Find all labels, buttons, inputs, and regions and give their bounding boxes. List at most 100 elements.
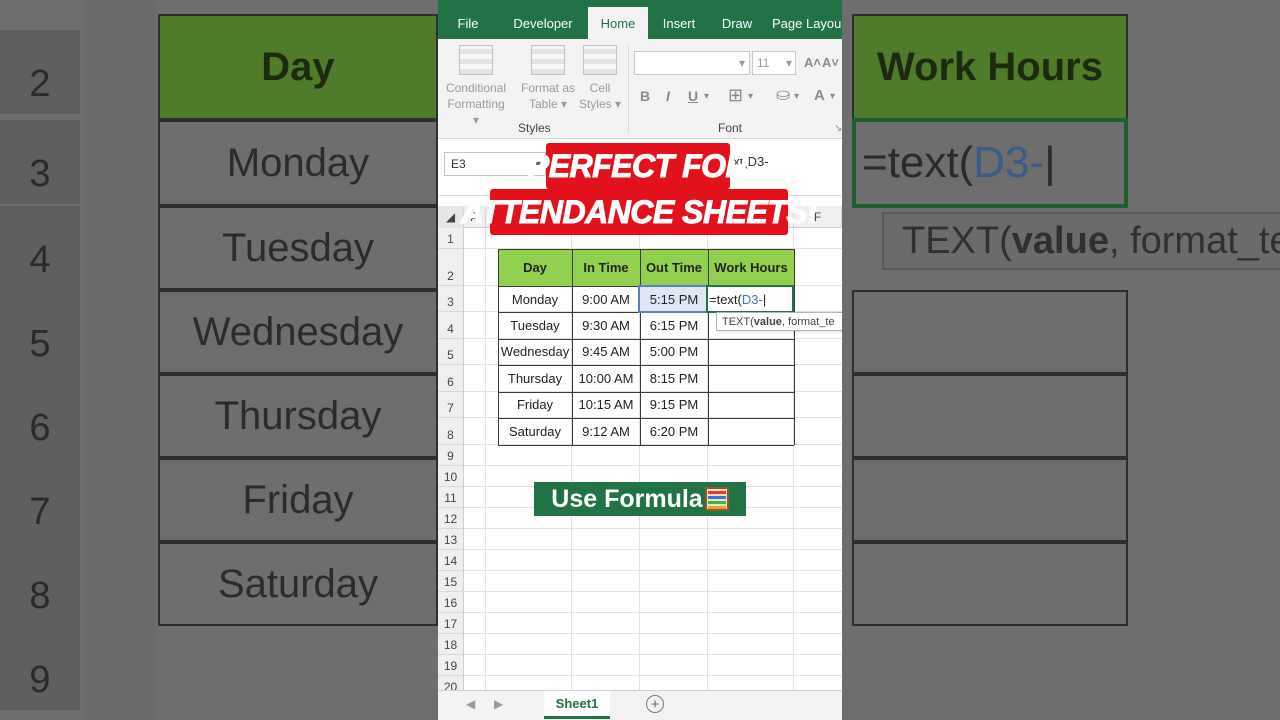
table-cell[interactable]: 9:12 AM (572, 418, 640, 445)
bg-column-a (84, 0, 156, 720)
add-sheet-icon[interactable]: + (646, 695, 664, 713)
row-header[interactable]: 14 (438, 549, 464, 571)
caption-attendance-sheets: ATTENDANCE SHEETS! (460, 189, 818, 235)
dialog-launcher-icon[interactable]: ↘ (834, 123, 842, 134)
row-header[interactable]: 12 (438, 507, 464, 529)
table-cell[interactable]: Thursday (498, 365, 572, 392)
bg-formula-prefix: =text( (862, 138, 974, 187)
row-header[interactable]: 13 (438, 528, 464, 550)
tab-developer[interactable]: Developer (504, 8, 582, 39)
row-header[interactable]: 2 (438, 249, 464, 286)
table-cell[interactable]: Friday (498, 392, 572, 419)
tab-page-layout[interactable]: Page Layou (772, 8, 842, 39)
font-size-box[interactable]: 11 ▾ (752, 51, 796, 75)
function-tooltip-prefix: TEXT( (722, 315, 754, 328)
row-header[interactable]: 18 (438, 633, 464, 655)
next-sheet-icon[interactable]: ▶ (494, 697, 503, 711)
table-header-cell[interactable]: In Time (572, 249, 640, 286)
table-border-vertical (640, 249, 641, 445)
use-formula-label: Use Formula (534, 482, 746, 516)
work-hours-cell[interactable] (708, 418, 794, 445)
table-header-cell[interactable]: Day (498, 249, 572, 286)
excel-window: File Developer Home Insert Draw Page Lay… (438, 0, 842, 720)
row-header[interactable]: 8 (438, 418, 464, 445)
row-header[interactable]: 11 (438, 486, 464, 508)
table-cell[interactable]: Wednesday (498, 339, 572, 366)
gridline-horizontal (464, 632, 842, 634)
active-cell-formula-prefix: =text( (709, 291, 742, 307)
chevron-down-icon[interactable]: ▾ (704, 91, 709, 102)
gridline-horizontal (464, 464, 842, 466)
row-header[interactable]: 7 (438, 391, 464, 418)
font-color-icon[interactable]: A (814, 87, 825, 104)
bg-formula-cell: =text(D3- | (852, 118, 1128, 208)
tab-home[interactable]: Home (588, 7, 648, 39)
table-cell[interactable]: 10:00 AM (572, 365, 640, 392)
font-name-box[interactable]: ▾ (634, 51, 750, 75)
table-cell[interactable]: 5:00 PM (640, 339, 708, 366)
table-cell[interactable]: 8:15 PM (640, 365, 708, 392)
work-hours-cell[interactable] (708, 365, 794, 392)
conditional-formatting-button[interactable]: Conditional Formatting ▾ (444, 45, 508, 127)
table-border-horizontal (498, 418, 794, 419)
gridline-horizontal (464, 590, 842, 592)
previous-sheet-icon[interactable]: ◀ (466, 697, 475, 711)
tab-insert[interactable]: Insert (652, 8, 706, 39)
table-cell[interactable]: Saturday (498, 418, 572, 445)
bg-function-tooltip: TEXT(value, format_te (882, 212, 1280, 270)
italic-button[interactable]: I (666, 88, 670, 104)
increase-font-icon[interactable]: A˄ (804, 55, 821, 70)
table-border-horizontal (498, 249, 794, 250)
row-header[interactable]: 10 (438, 465, 464, 487)
bg-tip-rest: , format_te (1108, 219, 1280, 262)
table-border-vertical (708, 249, 709, 445)
bold-button[interactable]: B (640, 88, 650, 104)
row-header[interactable]: 17 (438, 612, 464, 634)
row-header[interactable]: 3 (438, 286, 464, 312)
table-cell[interactable]: 9:15 PM (640, 392, 708, 419)
fill-color-icon[interactable]: ⛀ (776, 85, 790, 105)
row-header[interactable]: 9 (438, 444, 464, 466)
tab-file[interactable]: File (446, 8, 490, 39)
row-header[interactable]: 6 (438, 365, 464, 392)
table-cell[interactable]: Monday (498, 286, 572, 312)
bg-day-cell: Thursday (158, 374, 438, 458)
chevron-down-icon[interactable]: ▾ (830, 91, 835, 102)
chevron-down-icon[interactable]: ▾ (748, 91, 753, 102)
bg-caret: | (1044, 138, 1056, 187)
table-header-cell[interactable]: Out Time (640, 249, 708, 286)
row-header[interactable]: 5 (438, 338, 464, 365)
gridline-horizontal (464, 527, 842, 529)
underline-button[interactable]: U (688, 88, 698, 104)
active-cell-e3[interactable]: =text(D3- | (706, 285, 794, 313)
text-caret: | (762, 291, 767, 307)
cell-styles-button[interactable]: Cell Styles ▾ (568, 45, 632, 125)
table-cell[interactable]: 9:45 AM (572, 339, 640, 366)
worksheet-grid[interactable]: 1 2 3 4 5 6 7 8 9 10 11 12 13 14 15 16 17 18 19 20 Day In Tim… (438, 228, 842, 697)
referenced-cell-d3-value: 5:15 PM (649, 291, 699, 307)
table-cell[interactable]: 9:00 AM (572, 286, 640, 312)
row-header[interactable]: 19 (438, 654, 464, 676)
row-header[interactable]: 15 (438, 570, 464, 592)
table-cell[interactable]: 9:30 AM (572, 312, 640, 339)
bg-header-work-hours: Work Hours (852, 14, 1128, 120)
sheet-tab[interactable]: Sheet1 (544, 691, 610, 719)
tab-draw[interactable]: Draw (712, 8, 762, 39)
decrease-font-icon[interactable]: A˅ (822, 55, 839, 70)
table-cell[interactable]: 6:20 PM (640, 418, 708, 445)
table-border-horizontal (498, 444, 794, 446)
chevron-down-icon[interactable]: ▾ (794, 91, 799, 102)
styles-group-label: Styles (518, 121, 551, 135)
table-cell[interactable]: Tuesday (498, 312, 572, 339)
work-hours-cell[interactable] (708, 339, 794, 366)
work-hours-cell[interactable] (708, 392, 794, 419)
function-tooltip-rest: , format_te (781, 315, 835, 328)
table-header-cell[interactable]: Work Hours (708, 249, 794, 286)
borders-icon[interactable]: ⊞ (728, 85, 743, 106)
font-size-value: 11 (757, 56, 770, 70)
table-cell[interactable]: 6:15 PM (640, 312, 708, 339)
row-header[interactable]: 4 (438, 312, 464, 339)
row-header[interactable]: 16 (438, 591, 464, 613)
table-cell[interactable]: 10:15 AM (572, 392, 640, 419)
row-header[interactable]: 1 (438, 228, 464, 249)
